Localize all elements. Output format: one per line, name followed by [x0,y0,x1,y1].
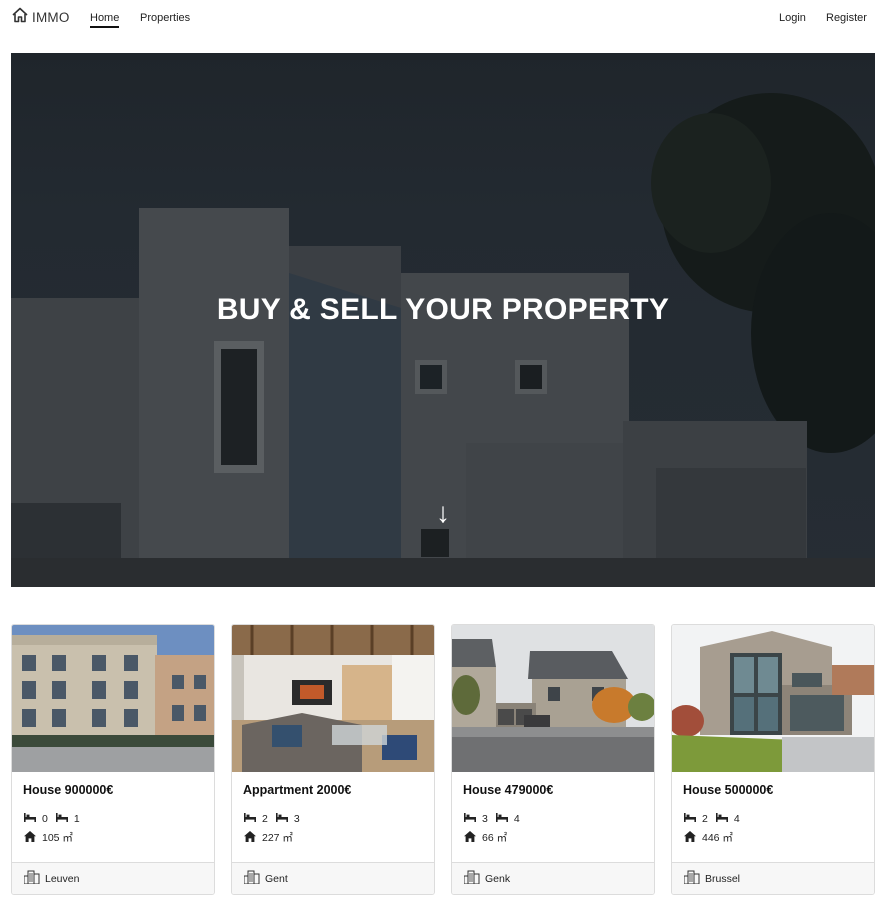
property-rooms: 0 1 [24,813,88,825]
property-city: Leuven [45,873,80,885]
property-card[interactable]: House 500000€ 2 4 446 ㎡ Brussel [671,624,875,895]
property-photo [452,625,654,772]
property-area: 446 ㎡ [702,832,733,844]
bed-count: 3 [482,813,488,825]
brand-link[interactable]: IMMO [11,7,70,27]
property-location: Gent [232,862,434,894]
bed-icon [684,813,696,825]
property-card[interactable]: House 900000€ 0 1 105 ㎡ Leuven [11,624,215,895]
bath-icon [275,813,288,825]
property-location: Genk [452,862,654,894]
property-title: Appartment 2000€ [243,783,352,797]
property-rooms: 2 4 [684,813,748,825]
bath-count: 4 [513,813,520,825]
property-city: Gent [265,873,288,885]
bed-icon [464,813,476,825]
home-icon [24,830,36,845]
nav-home-link[interactable]: Home [90,11,120,28]
bath-icon [715,813,728,825]
property-photo [232,625,434,772]
scroll-down-arrow-icon[interactable]: ↓ [11,497,875,529]
bath-count: 4 [733,813,740,825]
property-title: House 500000€ [683,783,774,797]
nav-properties-link[interactable]: Properties [140,11,190,26]
property-location: Leuven [12,862,214,894]
bath-count: 3 [293,813,300,825]
hero-banner: BUY & SELL YOUR PROPERTY ↓ [11,53,875,587]
home-icon [244,830,256,845]
bed-icon [24,813,36,825]
property-photo [12,625,214,772]
property-title: House 900000€ [23,783,114,797]
brand-name: IMMO [32,9,70,25]
bath-count: 1 [73,813,80,825]
home-icon [684,830,696,845]
property-area-row: 446 ㎡ [684,830,741,845]
bed-count: 2 [262,813,268,825]
property-rooms: 2 3 [244,813,308,825]
property-location: Brussel [672,862,874,894]
navbar: IMMO Home Properties Login Register [0,0,885,40]
nav-register-link[interactable]: Register [826,11,867,26]
bath-icon [55,813,68,825]
property-card[interactable]: Appartment 2000€ 2 3 227 ㎡ Gent [231,624,435,895]
city-icon [243,870,260,889]
property-rooms: 3 4 [464,813,528,825]
property-area: 66 ㎡ [482,832,508,844]
property-photo [672,625,874,772]
property-area-row: 105 ㎡ [24,830,81,845]
bed-count: 2 [702,813,708,825]
bed-icon [244,813,256,825]
home-icon [464,830,476,845]
property-card[interactable]: House 479000€ 3 4 66 ㎡ Genk [451,624,655,895]
property-city: Genk [485,873,511,885]
city-icon [463,870,480,889]
bath-icon [495,813,508,825]
property-area: 227 ㎡ [262,832,293,844]
property-area-row: 227 ㎡ [244,830,301,845]
property-title: House 479000€ [463,783,554,797]
property-area-row: 66 ㎡ [464,830,515,845]
city-icon [23,870,40,889]
nav-login-link[interactable]: Login [779,11,806,26]
property-area: 105 ㎡ [42,832,73,844]
city-icon [683,870,700,889]
house-outline-icon [11,6,29,29]
bed-count: 0 [42,813,48,825]
hero-title: BUY & SELL YOUR PROPERTY [216,293,670,326]
property-city: Brussel [705,873,741,885]
